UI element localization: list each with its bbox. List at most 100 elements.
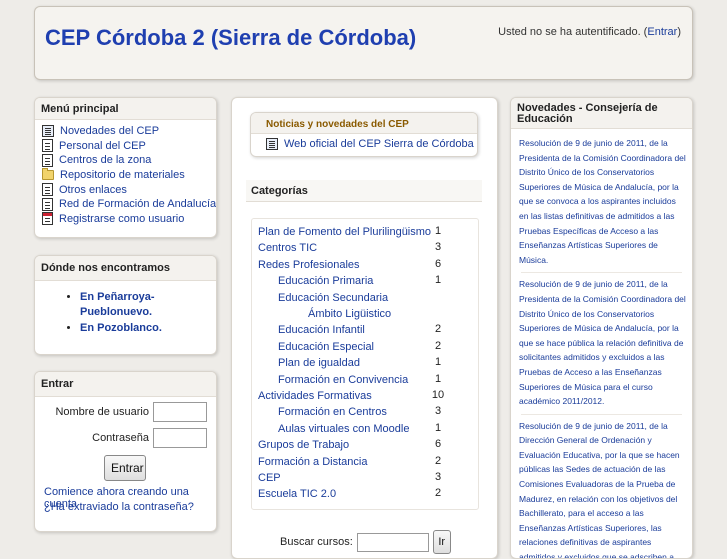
main-menu-link[interactable]: Repositorio de materiales <box>60 169 185 181</box>
main-menu-link[interactable]: Red de Formación de Andalucía <box>59 198 216 210</box>
category-link[interactable]: Educación Primaria <box>278 275 373 287</box>
page-icon <box>42 153 53 167</box>
category-row[interactable]: Educación Secundaria <box>278 290 388 306</box>
login-link[interactable]: Entrar <box>647 26 677 38</box>
main-menu-link[interactable]: Otros enlaces <box>59 184 127 196</box>
username-label: Nombre de usuario <box>55 406 149 418</box>
web-page-icon <box>266 138 278 150</box>
category-count: 6 <box>434 438 442 451</box>
category-link[interactable]: Aulas virtuales con Moodle <box>278 423 409 435</box>
main-menu-list: Novedades del CEP Personal del CEP Centros… <box>35 120 216 226</box>
right-news-list: Resolución de 9 de junio de 2011, de la … <box>511 129 692 558</box>
main-menu-item[interactable]: Centros de la zona <box>42 153 210 168</box>
screen-icon <box>42 125 54 138</box>
category-row[interactable]: Actividades Formativas <box>258 388 372 404</box>
news-separator <box>521 409 682 415</box>
main-menu-item[interactable]: Registrarse como usuario <box>42 212 210 227</box>
main-menu-link[interactable]: Novedades del CEP <box>60 125 159 137</box>
category-link[interactable]: Centros TIC <box>258 242 317 254</box>
location-link[interactable]: En Pozoblanco. <box>80 322 162 334</box>
category-count: 2 <box>434 339 442 352</box>
login-status-text: Usted no se ha autentificado. ( <box>498 26 648 38</box>
username-input[interactable] <box>153 402 207 422</box>
main-menu-item[interactable]: Red de Formación de Andalucía <box>42 197 216 212</box>
site-header: CEP Córdoba 2 (Sierra de Córdoba) Usted … <box>34 6 693 80</box>
category-link[interactable]: Grupos de Trabajo <box>258 439 349 451</box>
main-menu-title: Menú principal <box>35 98 216 120</box>
category-link[interactable]: Formación en Convivencia <box>278 374 408 386</box>
main-menu-item[interactable]: Novedades del CEP <box>42 124 210 139</box>
course-search-button[interactable]: Ir <box>432 530 451 554</box>
category-link[interactable]: Actividades Formativas <box>258 390 372 402</box>
news-link[interactable]: Web oficial del CEP Sierra de Córdoba <box>284 138 474 150</box>
category-row[interactable]: Ámbito Ligüistico <box>308 306 391 322</box>
category-link[interactable]: Formación a Distancia <box>258 456 367 468</box>
main-menu-block: Menú principal Novedades del CEP Personal… <box>34 97 217 238</box>
category-row[interactable]: Educación Especial <box>278 339 374 355</box>
category-link[interactable]: Ámbito Ligüistico <box>308 308 391 320</box>
categories-list: Plan de Fomento del Plurilingüismo 1 Centr… <box>251 218 479 510</box>
login-submit-button[interactable]: Entrar <box>104 455 146 481</box>
password-row: Contraseña <box>39 428 207 448</box>
location-item[interactable]: En Peñarroya-Pueblonuevo. <box>80 290 216 320</box>
category-count: 3 <box>434 241 442 254</box>
news-block: Noticias y novedades del CEP Web oficial… <box>250 112 478 157</box>
category-count: 3 <box>434 405 442 418</box>
category-row[interactable]: Grupos de Trabajo <box>258 437 349 453</box>
category-link[interactable]: Educación Secundaria <box>278 292 388 304</box>
calendar-icon <box>42 212 53 226</box>
category-row[interactable]: Escuela TIC 2.0 <box>258 486 336 502</box>
category-row[interactable]: Educación Infantil <box>278 322 365 338</box>
course-search-input[interactable] <box>356 532 429 552</box>
forgot-password-link[interactable]: ¿Ha extraviado la contraseña? <box>44 501 194 513</box>
password-label: Contraseña <box>92 432 149 444</box>
location-item[interactable]: En Pozoblanco. <box>80 321 216 336</box>
news-block-title: Noticias y novedades del CEP <box>251 113 477 134</box>
category-link[interactable]: Educación Infantil <box>278 324 365 336</box>
category-count: 2 <box>434 454 442 467</box>
category-row[interactable]: Formación a Distancia <box>258 454 367 470</box>
folder-icon <box>42 168 54 181</box>
category-row[interactable]: Aulas virtuales con Moodle <box>278 421 409 437</box>
news-link-row[interactable]: Web oficial del CEP Sierra de Córdoba <box>251 134 477 150</box>
main-menu-link[interactable]: Personal del CEP <box>59 140 146 152</box>
page-icon <box>42 197 53 211</box>
category-link[interactable]: CEP <box>258 472 281 484</box>
main-menu-link[interactable]: Centros de la zona <box>59 154 151 166</box>
category-link[interactable]: Educación Especial <box>278 341 374 353</box>
location-link[interactable]: En Peñarroya-Pueblonuevo. <box>80 291 155 318</box>
category-row[interactable]: Formación en Convivencia <box>278 372 408 388</box>
category-row[interactable]: CEP <box>258 470 281 486</box>
category-link[interactable]: Plan de igualdad <box>278 357 360 369</box>
main-menu-link[interactable]: Registrarse como usuario <box>59 213 184 225</box>
main-menu-item[interactable]: Personal del CEP <box>42 139 210 154</box>
password-input[interactable] <box>153 428 207 448</box>
category-count: 2 <box>434 323 442 336</box>
category-row[interactable]: Educación Primaria <box>278 273 373 289</box>
login-status: Usted no se ha autentificado. (Entrar) <box>498 26 681 38</box>
category-count: 1 <box>434 274 442 287</box>
category-link[interactable]: Escuela TIC 2.0 <box>258 488 336 500</box>
main-menu-item[interactable]: Otros enlaces <box>42 182 210 197</box>
login-block: Entrar Nombre de usuario Contraseña Entr… <box>34 371 217 532</box>
main-menu-item[interactable]: Repositorio de materiales <box>42 168 210 183</box>
category-count: 1 <box>434 225 442 237</box>
login-block-title: Entrar <box>35 372 216 397</box>
category-link[interactable]: Plan de Fomento del Plurilingüismo <box>258 226 431 238</box>
right-news-item[interactable]: Resolución de 9 de junio de 2011, de la … <box>511 277 692 408</box>
category-row[interactable]: Formación en Centros <box>278 404 387 420</box>
category-row[interactable]: Centros TIC <box>258 240 317 256</box>
news-separator <box>521 267 682 274</box>
course-search-label: Buscar cursos: <box>280 536 353 548</box>
site-title: CEP Córdoba 2 (Sierra de Córdoba) <box>45 25 417 50</box>
category-row[interactable]: Plan de igualdad <box>278 355 360 371</box>
right-news-item[interactable]: Resolución de 9 de junio de 2011, de la … <box>511 419 692 558</box>
category-count: 1 <box>434 372 442 385</box>
category-link[interactable]: Redes Profesionales <box>258 259 360 271</box>
category-row[interactable]: Plan de Fomento del Plurilingüismo <box>258 224 431 240</box>
category-row[interactable]: Redes Profesionales <box>258 257 360 273</box>
username-row: Nombre de usuario <box>39 402 207 422</box>
category-link[interactable]: Formación en Centros <box>278 406 387 418</box>
right-news-block: Novedades - Consejería de Educación Reso… <box>510 97 693 559</box>
right-news-item[interactable]: Resolución de 9 de junio de 2011, de la … <box>511 136 692 267</box>
